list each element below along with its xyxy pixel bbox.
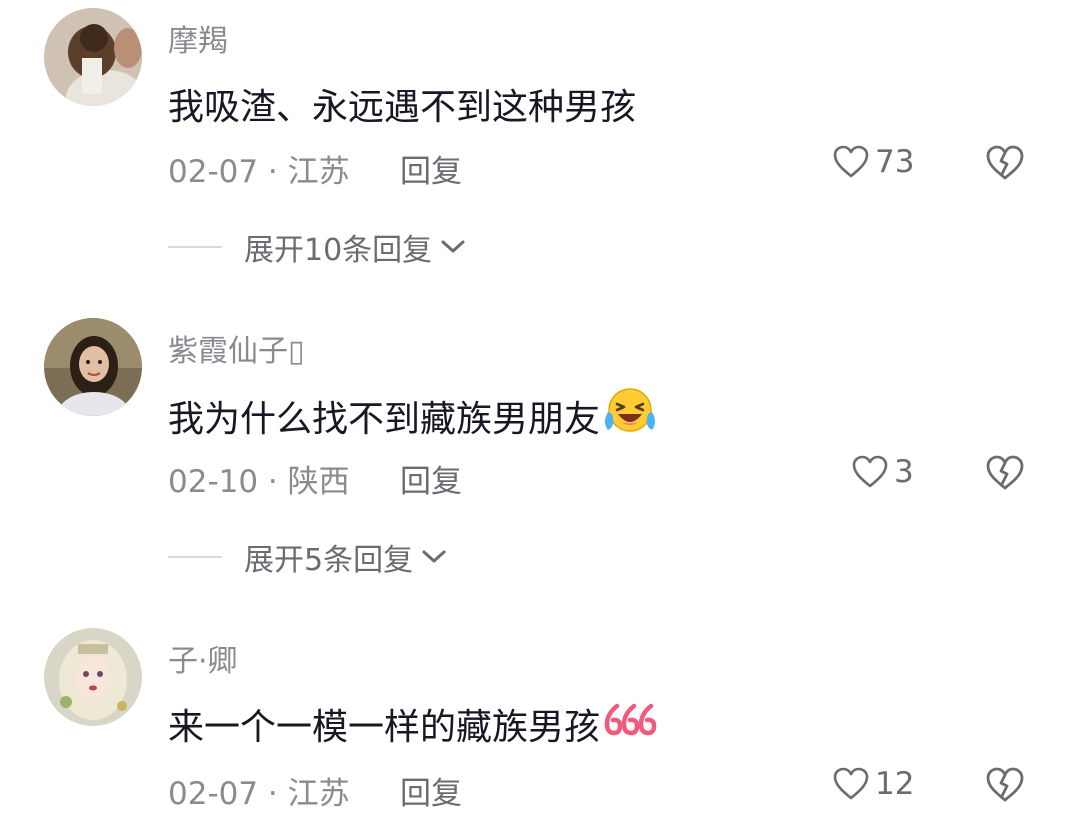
comment-meta: 02-10 · 陕西 (168, 464, 350, 500)
comment-meta: 02-07 · 江苏 (168, 776, 350, 812)
dislike-button[interactable] (986, 767, 1024, 807)
comment-meta: 02-07 · 江苏 (168, 154, 350, 190)
expand-replies-button[interactable]: 展开10条回复 (168, 225, 466, 269)
broken-heart-icon (986, 145, 1024, 180)
heart-outline-icon (833, 145, 869, 178)
avatar[interactable] (44, 318, 142, 416)
expand-replies-button[interactable]: 展开5条回复 (168, 535, 447, 579)
avatar-woman-portrait-icon (44, 318, 142, 416)
dislike-button[interactable] (986, 455, 1024, 495)
heart-outline-icon (852, 455, 888, 488)
like-count: 12 (875, 766, 915, 802)
like-button[interactable]: 12 (833, 766, 914, 802)
comment-text: 我吸渣、永远遇不到这种男孩 (168, 78, 636, 130)
comment-text: 我为什么找不到藏族男朋友 (168, 386, 656, 445)
comment-text-body: 我吸渣、永远遇不到这种男孩 (168, 87, 637, 128)
like-count: 3 (894, 454, 914, 490)
like-button[interactable]: 73 (833, 144, 914, 180)
username[interactable]: 紫霞仙子▯ (168, 326, 305, 370)
666-emoji (602, 700, 658, 749)
avatar-bun-hair-icon (44, 8, 142, 106)
username[interactable]: 子·卿 (168, 636, 238, 680)
dislike-button[interactable] (986, 145, 1024, 185)
reply-button[interactable]: 回复 (400, 146, 462, 191)
comment-text-body: 我为什么找不到藏族男朋友 (168, 398, 601, 440)
broken-heart-icon (986, 455, 1024, 490)
like-count: 73 (875, 144, 915, 180)
666-emoji-icon (604, 703, 657, 735)
reply-button[interactable]: 回复 (400, 768, 462, 813)
avatar[interactable] (44, 628, 142, 726)
broken-heart-icon (986, 767, 1024, 802)
reply-button[interactable]: 回复 (400, 456, 462, 501)
like-button[interactable]: 3 (852, 454, 914, 490)
divider-line (168, 556, 222, 558)
expand-replies-label: 展开5条回复 (244, 543, 414, 578)
comment-text: 来一个一模一样的藏族男孩 (168, 698, 658, 750)
laughing-tears-emoji-icon (605, 388, 656, 432)
chevron-down-icon (422, 550, 446, 563)
laughing-tears-emoji (602, 386, 656, 445)
comment-text-body: 来一个一模一样的藏族男孩 (168, 707, 601, 748)
expand-replies-label: 展开10条回复 (244, 233, 433, 268)
heart-outline-icon (833, 767, 869, 800)
chevron-down-icon (441, 240, 465, 253)
avatar-anime-girl-icon (44, 628, 142, 726)
username[interactable]: 摩羯 (168, 16, 228, 60)
avatar[interactable] (44, 8, 142, 106)
divider-line (168, 246, 222, 248)
